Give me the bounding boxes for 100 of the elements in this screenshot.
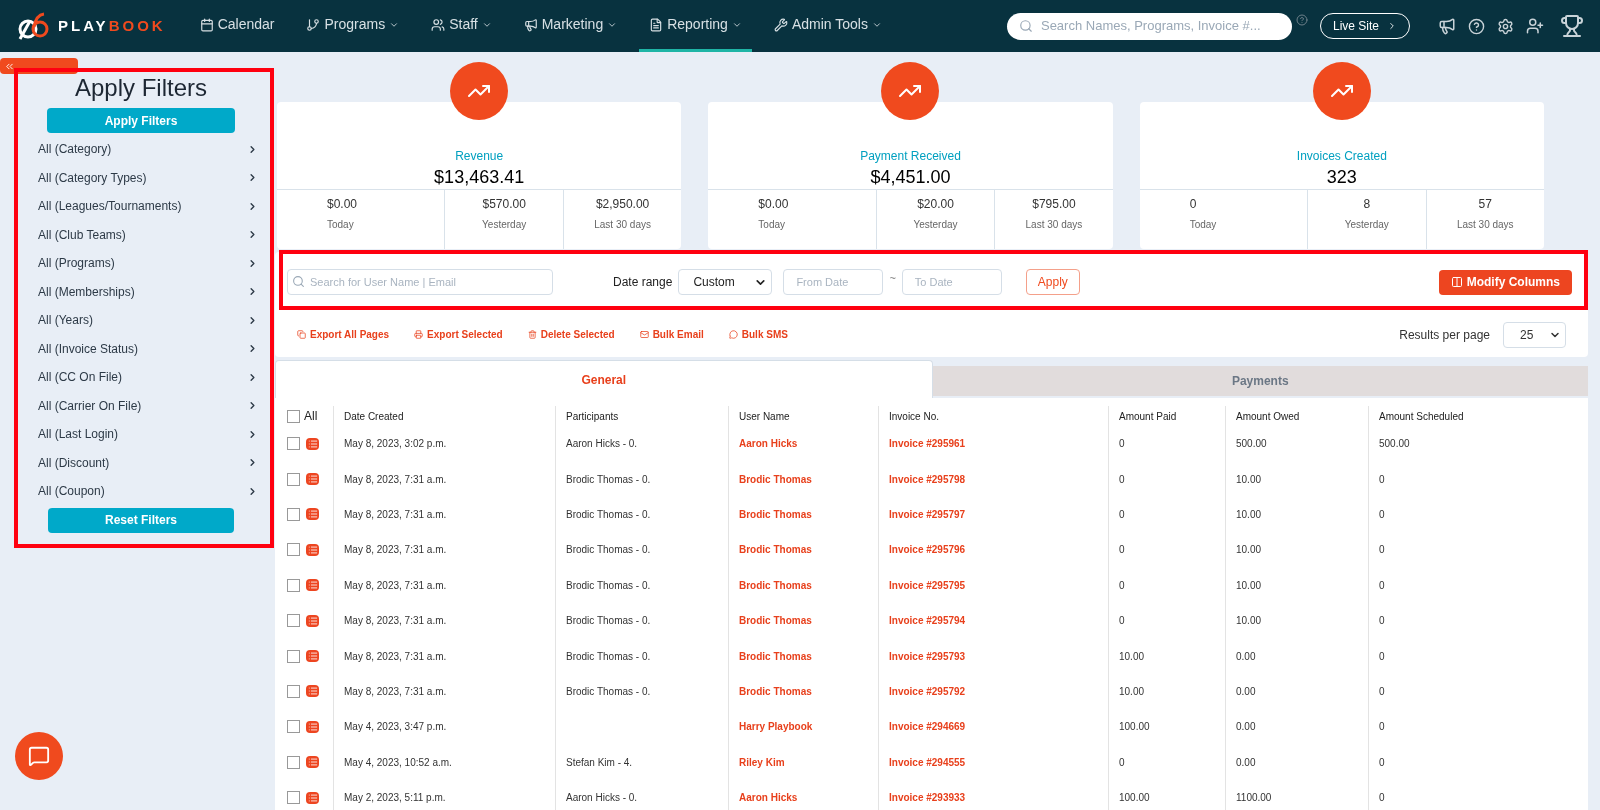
table-tab[interactable]: Payments (932, 366, 1588, 396)
chat-launcher-button[interactable] (15, 732, 63, 780)
row-checkbox[interactable] (287, 684, 300, 698)
filter-dropdown-item[interactable]: All (Category) (20, 135, 262, 164)
nav-menu-item[interactable]: Reporting (639, 0, 752, 52)
row-checkbox[interactable] (287, 543, 300, 557)
bulk-action-link[interactable]: Delete Selected (527, 327, 615, 342)
row-checkbox[interactable] (287, 755, 300, 769)
filter-dropdown-item[interactable]: All (Carrier On File) (20, 391, 262, 420)
row-checkbox[interactable] (287, 578, 300, 592)
nav-menu-item[interactable]: Admin Tools (763, 0, 892, 52)
row-checkbox[interactable] (287, 507, 300, 521)
from-date-field[interactable]: From Date (783, 269, 884, 295)
table-tab[interactable]: General (275, 360, 933, 398)
nav-item-icon (431, 17, 446, 32)
invoice-link[interactable]: Invoice #295793 (889, 648, 966, 664)
invoice-link[interactable]: Invoice #294669 (889, 719, 966, 735)
user-name-link[interactable]: Harry Playbook (739, 719, 813, 735)
table-cell-text: 0 (1379, 543, 1385, 558)
row-checkbox[interactable] (287, 791, 300, 805)
filter-dropdown-item[interactable]: All (Memberships) (20, 277, 262, 306)
user-name-link[interactable]: Brodic Thomas (739, 613, 812, 629)
row-checkbox[interactable] (287, 720, 300, 734)
invoice-link[interactable]: Invoice #293933 (889, 790, 966, 806)
invoice-link[interactable]: Invoice #295795 (889, 577, 966, 593)
row-checkbox[interactable] (287, 649, 300, 663)
global-search-field[interactable]: Search Names, Programs, Invoice #... (1006, 12, 1292, 40)
details-list-icon[interactable] (306, 508, 319, 521)
apply-button[interactable]: Apply (1025, 269, 1080, 295)
bulk-action-link[interactable]: Export Selected (414, 327, 503, 342)
bulk-action-link[interactable]: Export All Pages (297, 327, 390, 342)
chevron-right-icon (247, 314, 258, 326)
invoice-link[interactable]: Invoice #295792 (889, 683, 966, 699)
bulk-action-link[interactable]: Bulk Email (639, 327, 704, 342)
details-list-icon[interactable] (306, 614, 319, 627)
reset-filters-button[interactable]: Reset Filters (48, 507, 234, 533)
nav-menu-item[interactable]: Calendar (189, 0, 285, 52)
details-list-icon[interactable] (306, 579, 319, 592)
bulk-action-link[interactable]: Bulk SMS (728, 327, 788, 342)
invoice-link[interactable]: Invoice #295794 (889, 613, 966, 629)
filter-dropdown-item[interactable]: All (Category Types) (20, 163, 262, 192)
details-list-icon[interactable] (306, 685, 319, 698)
user-search-field[interactable]: Search for User Name | Email (287, 269, 553, 295)
invoice-link[interactable]: Invoice #295797 (889, 506, 966, 522)
filter-dropdown-item[interactable]: All (Discount) (20, 448, 262, 477)
user-name-link[interactable]: Aaron Hicks (739, 790, 798, 806)
filter-dropdown-item[interactable]: All (Programs) (20, 249, 262, 278)
card-title: Payment Received (859, 148, 962, 165)
table-cell-text: Brodic Thomas - 0. (566, 649, 651, 664)
table-cell-text: 10.00 (1236, 614, 1262, 629)
filter-dropdown-item[interactable]: All (Leagues/Tournaments) (20, 192, 262, 221)
user-name-link[interactable]: Aaron Hicks (739, 436, 798, 452)
row-checkbox[interactable] (287, 437, 300, 451)
row-checkbox[interactable] (287, 472, 300, 486)
list-glyph (307, 509, 318, 520)
stat-value: $0.00 (758, 196, 789, 213)
date-range-select[interactable]: Custom (678, 269, 773, 295)
user-name-link[interactable]: Riley Kim (739, 754, 785, 770)
to-date-field[interactable]: To Date (901, 269, 1002, 295)
table-cell-text: May 8, 2023, 7:31 a.m. (344, 649, 447, 664)
invoice-link[interactable]: Invoice #295796 (889, 542, 966, 558)
filter-dropdown-item[interactable]: All (Club Teams) (20, 220, 262, 249)
row-checkbox[interactable] (287, 614, 300, 628)
invoice-link[interactable]: Invoice #295798 (889, 471, 966, 487)
filter-dropdown-item[interactable]: All (Years) (20, 306, 262, 335)
select-all-checkbox[interactable] (287, 409, 300, 423)
user-name-link[interactable]: Brodic Thomas (739, 683, 812, 699)
filter-dropdown-item[interactable]: All (Invoice Status) (20, 334, 262, 363)
details-list-icon[interactable] (306, 650, 319, 663)
filter-dropdown-item[interactable]: All (Last Login) (20, 420, 262, 449)
nav-menu-item[interactable]: Programs (296, 0, 410, 52)
details-list-icon[interactable] (306, 720, 319, 733)
settings-icon[interactable] (1497, 17, 1514, 35)
list-glyph (307, 474, 318, 485)
add-user-icon[interactable] (1526, 17, 1544, 35)
user-name-link[interactable]: Brodic Thomas (739, 471, 812, 487)
invoice-link[interactable]: Invoice #295961 (889, 436, 966, 452)
results-per-page-label: Results per page (1399, 326, 1490, 344)
user-name-link[interactable]: Brodic Thomas (739, 542, 812, 558)
action-icon (297, 330, 306, 339)
details-list-icon[interactable] (306, 791, 319, 804)
details-list-icon[interactable] (306, 756, 319, 769)
table-cell-text: 0 (1379, 578, 1385, 593)
nav-menu-item[interactable]: Marketing (513, 0, 628, 52)
user-name-link[interactable]: Brodic Thomas (739, 648, 812, 664)
details-list-icon[interactable] (306, 437, 319, 450)
details-list-icon[interactable] (306, 473, 319, 486)
invoice-link[interactable]: Invoice #294555 (889, 754, 966, 770)
apply-filters-button[interactable]: Apply Filters (47, 108, 235, 133)
filter-dropdown-item[interactable]: All (Coupon) (20, 477, 262, 506)
results-per-page-select[interactable]: 25 (1503, 321, 1566, 348)
chevron-right-icon (1387, 21, 1397, 31)
nav-menu-item[interactable]: Staff (421, 0, 502, 52)
table-cell-text: Brodic Thomas - 0. (566, 507, 651, 522)
user-name-link[interactable]: Brodic Thomas (739, 506, 812, 522)
user-name-link[interactable]: Brodic Thomas (739, 577, 812, 593)
filter-dropdown-item[interactable]: All (CC On File) (20, 363, 262, 392)
trophy-icon[interactable] (1560, 14, 1584, 38)
details-list-icon[interactable] (306, 543, 319, 556)
modify-columns-button[interactable]: Modify Columns (1438, 269, 1572, 295)
